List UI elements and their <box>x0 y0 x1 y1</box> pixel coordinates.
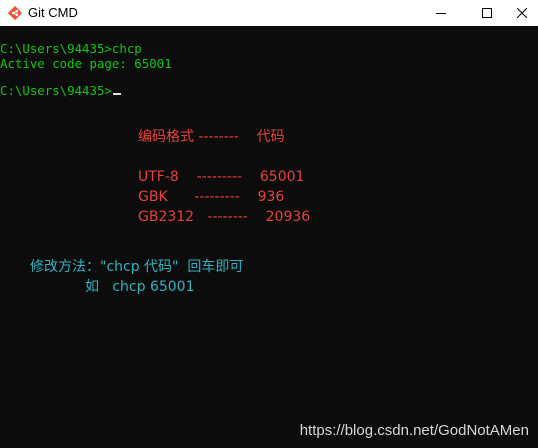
annotation-row-gbk: GBK --------- 936 <box>138 189 285 205</box>
text-cursor <box>112 93 121 95</box>
terminal-area[interactable]: C:\Users\94435>chcp Active code page: 65… <box>0 26 538 448</box>
window-title: Git CMD <box>28 5 78 20</box>
title-bar[interactable]: Git CMD <box>0 0 538 26</box>
annotation-row-utf8: UTF-8 --------- 65001 <box>138 169 305 185</box>
annotation-method: 修改方法："chcp 代码" 回车即可 <box>30 259 244 275</box>
close-icon <box>517 8 527 18</box>
terminal-line: Active code page: 65001 <box>0 56 172 71</box>
minimize-icon <box>436 8 446 18</box>
maximize-button[interactable] <box>464 0 510 26</box>
terminal-prompt-line: C:\Users\94435> <box>0 83 121 98</box>
minimize-button[interactable] <box>418 0 464 26</box>
annotation-row-gb2312: GB2312 -------- 20936 <box>138 209 311 225</box>
git-cmd-window: Git CMD C:\Users\94435>chcp Active code … <box>0 0 538 448</box>
annotation-header: 编码格式 -------- 代码 <box>138 129 285 145</box>
close-button[interactable] <box>506 0 538 26</box>
annotation-example: 如 chcp 65001 <box>85 279 195 295</box>
watermark: https://blog.csdn.net/GodNotAMen <box>299 422 529 439</box>
maximize-icon <box>482 8 492 18</box>
terminal-line: C:\Users\94435>chcp <box>0 41 142 56</box>
git-diamond-icon <box>7 5 23 21</box>
terminal-prompt: C:\Users\94435> <box>0 83 112 98</box>
